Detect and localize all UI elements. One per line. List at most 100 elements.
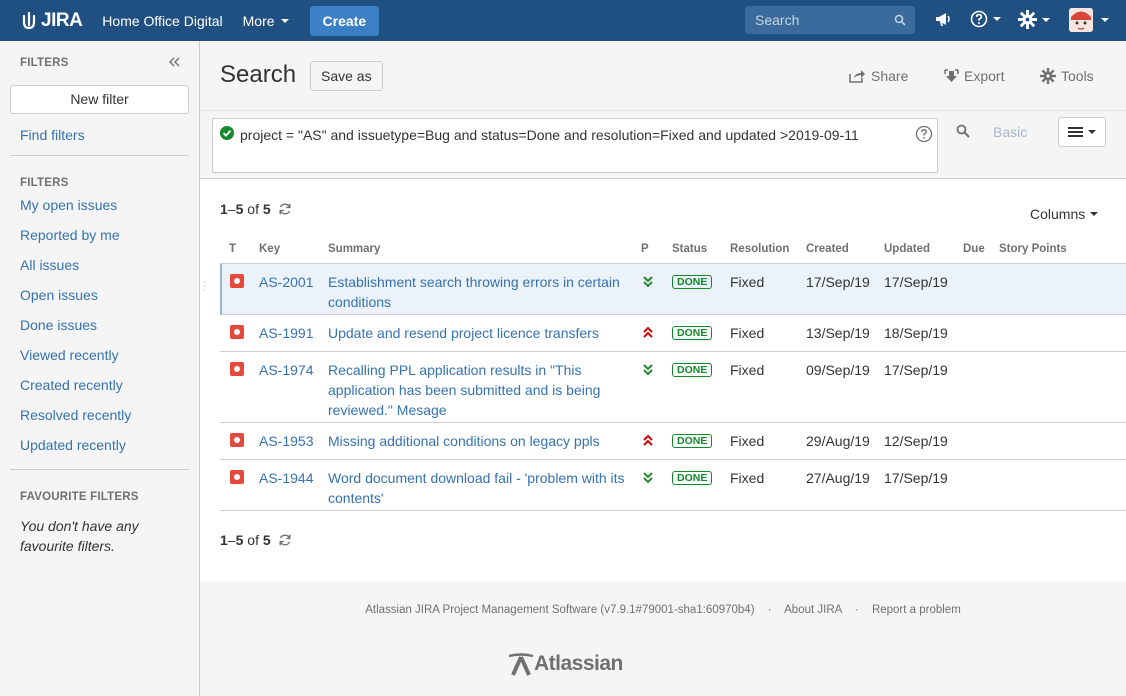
column-header-priority[interactable]: P (641, 243, 649, 255)
sidebar-item-open-issues[interactable]: Open issues (20, 287, 98, 303)
search-icon[interactable] (956, 124, 970, 138)
resolution-cell: Fixed (730, 274, 765, 290)
user-profile-menu[interactable] (1069, 8, 1109, 32)
issue-summary-link[interactable]: Word document download fail - 'problem w… (328, 468, 628, 508)
save-as-button[interactable]: Save as (310, 61, 383, 91)
sidebar-item-resolved-recently[interactable]: Resolved recently (20, 407, 131, 423)
chevron-down-icon (1101, 18, 1109, 22)
priority-highest-icon (643, 434, 653, 446)
project-link[interactable]: Home Office Digital (102, 13, 222, 29)
more-menu[interactable]: More (243, 13, 289, 29)
bug-icon (230, 274, 244, 288)
gear-icon (1040, 68, 1056, 84)
updated-cell: 17/Sep/19 (884, 362, 948, 378)
column-header-updated[interactable]: Updated (884, 243, 930, 255)
issue-key-link[interactable]: AS-1974 (259, 360, 313, 380)
status-badge: DONE (672, 471, 713, 485)
range-start: 1 (220, 532, 228, 548)
notifications-button[interactable] (934, 10, 952, 28)
atlassian-logo[interactable]: Atlassian (508, 652, 623, 676)
columns-label: Columns (1030, 206, 1086, 222)
sidebar-item-created-recently[interactable]: Created recently (20, 377, 123, 393)
pagination-top: 1–5 of 5 (220, 201, 292, 217)
table-row[interactable]: AS-1953 Missing additional conditions on… (220, 423, 1126, 460)
column-header-resolution[interactable]: Resolution (730, 243, 789, 255)
total-count: 5 (262, 532, 271, 548)
issue-summary-link[interactable]: Establishment search throwing errors in … (328, 272, 628, 312)
bug-icon (230, 433, 244, 447)
pagination-bottom: 1–5 of 5 (220, 532, 292, 548)
issue-key-link[interactable]: AS-1953 (259, 431, 313, 451)
avatar (1069, 8, 1093, 32)
export-icon (944, 68, 959, 82)
column-header-due[interactable]: Due (963, 243, 985, 255)
layout-switcher-button[interactable] (1058, 117, 1106, 147)
jql-query-input[interactable]: project = "AS" and issuetype=Bug and sta… (212, 118, 938, 173)
refresh-icon[interactable] (278, 202, 292, 216)
find-filters-link[interactable]: Find filters (20, 127, 85, 143)
issue-key-link[interactable]: AS-1991 (259, 323, 313, 343)
priority-lowest-icon (643, 364, 653, 376)
footer-separator: · (767, 604, 772, 616)
search-input[interactable]: Search (745, 6, 915, 34)
export-button[interactable]: Export (944, 68, 1004, 84)
bug-icon (230, 325, 244, 339)
sidebar-item-viewed-recently[interactable]: Viewed recently (20, 347, 119, 363)
range-separator: – (227, 532, 236, 548)
range-end: 5 (235, 201, 244, 217)
share-button[interactable]: Share (849, 68, 908, 84)
issue-summary-link[interactable]: Missing additional conditions on legacy … (328, 431, 628, 451)
settings-menu[interactable] (1018, 10, 1050, 29)
list-view-icon (1068, 127, 1083, 137)
tools-button[interactable]: Tools (1040, 68, 1094, 84)
column-header-key[interactable]: Key (259, 243, 280, 255)
query-bar: project = "AS" and issuetype=Bug and sta… (200, 111, 1126, 179)
page-footer: Atlassian JIRA Project Management Softwa… (200, 581, 1126, 696)
syntax-help-icon[interactable] (915, 125, 933, 143)
gear-icon (1018, 10, 1037, 29)
columns-button[interactable]: Columns (1030, 206, 1099, 222)
top-navigation-bar: JIRA Home Office Digital More Create Sea… (0, 0, 1126, 41)
column-header-story-points[interactable]: Story Points (999, 243, 1067, 255)
issue-key-link[interactable]: AS-2001 (259, 272, 313, 292)
basic-search-link[interactable]: Basic (993, 124, 1027, 140)
sidebar-heading-system-filters: FILTERS (20, 177, 69, 189)
sidebar-item-reported-by-me[interactable]: Reported by me (20, 227, 120, 243)
table-row[interactable]: AS-2001 Establishment search throwing er… (220, 264, 1126, 315)
sidebar-item-updated-recently[interactable]: Updated recently (20, 437, 126, 453)
about-jira-link[interactable]: About JIRA (784, 604, 842, 616)
double-chevron-left-icon (169, 57, 180, 67)
column-header-summary[interactable]: Summary (328, 243, 380, 255)
issue-key-link[interactable]: AS-1944 (259, 468, 313, 488)
column-header-status[interactable]: Status (672, 243, 707, 255)
help-menu[interactable] (970, 10, 1001, 28)
sidebar-heading-filters: FILTERS (20, 57, 69, 69)
jql-query-text: project = "AS" and issuetype=Bug and sta… (240, 127, 859, 143)
filters-sidebar: FILTERS New filter Find filters FILTERS … (0, 41, 200, 696)
refresh-icon[interactable] (278, 533, 292, 547)
jira-logo[interactable]: JIRA (20, 10, 83, 32)
collapse-sidebar-button[interactable] (168, 55, 180, 73)
table-row[interactable]: AS-1991 Update and resend project licenc… (220, 315, 1126, 352)
table-row[interactable]: AS-1974 Recalling PPL application result… (220, 352, 1126, 423)
new-filter-button[interactable]: New filter (10, 85, 189, 114)
column-header-type[interactable]: T (229, 243, 236, 255)
issue-summary-link[interactable]: Recalling PPL application results in "Th… (328, 360, 628, 420)
sidebar-resize-handle[interactable]: · · · (203, 278, 206, 296)
report-problem-link[interactable]: Report a problem (872, 604, 961, 616)
status-badge: DONE (672, 434, 713, 448)
range-start: 1 (220, 201, 228, 217)
atlassian-logo-icon (508, 653, 534, 676)
resolution-cell: Fixed (730, 470, 765, 486)
range-separator: – (227, 201, 236, 217)
footer-separator: · (854, 604, 859, 616)
column-header-created[interactable]: Created (806, 243, 849, 255)
sidebar-item-done-issues[interactable]: Done issues (20, 317, 97, 333)
created-cell: 17/Sep/19 (806, 274, 870, 290)
create-button[interactable]: Create (309, 5, 380, 36)
table-row[interactable]: AS-1944 Word document download fail - 'p… (220, 460, 1126, 511)
footer-links: Atlassian JIRA Project Management Softwa… (200, 604, 1126, 616)
sidebar-item-all-issues[interactable]: All issues (20, 257, 79, 273)
sidebar-item-my-open-issues[interactable]: My open issues (20, 197, 117, 213)
issue-summary-link[interactable]: Update and resend project licence transf… (328, 323, 628, 343)
